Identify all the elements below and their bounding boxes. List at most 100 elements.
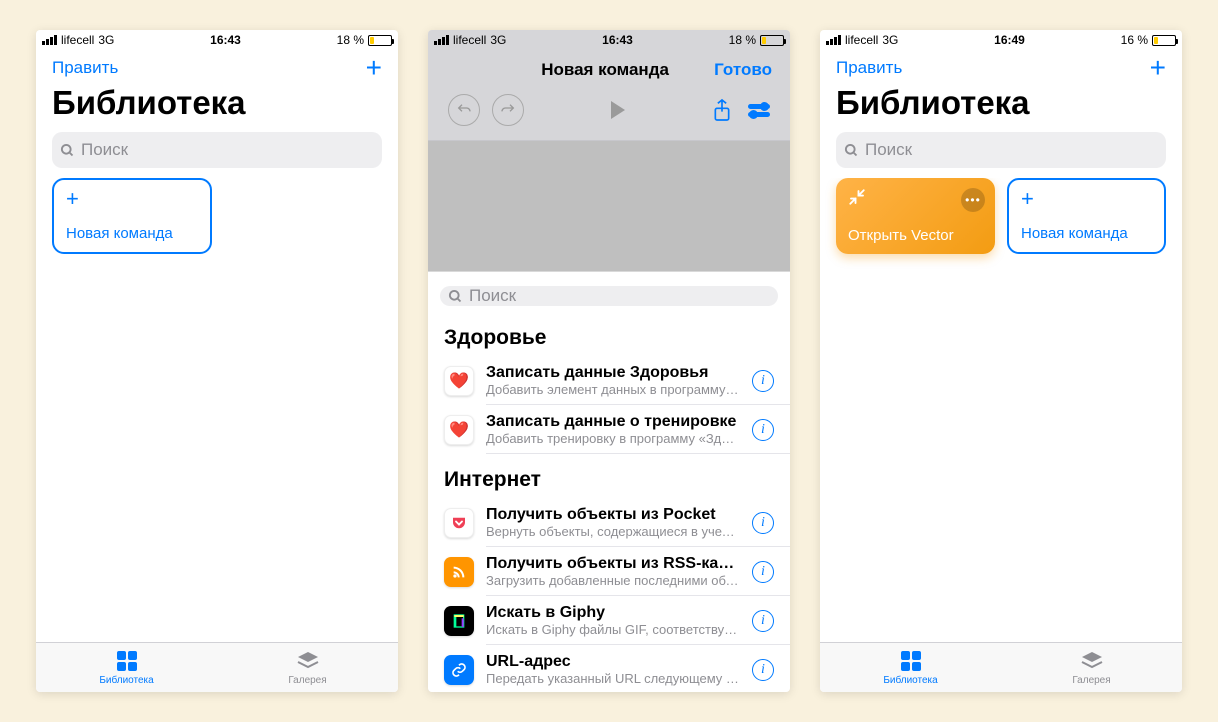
screen-new-shortcut: lifecell 3G 16:43 18 % Новая команда Гот… [428, 30, 790, 692]
info-button[interactable]: i [752, 370, 774, 392]
signal-icon [42, 35, 57, 45]
tab-library[interactable]: Библиотека [36, 643, 217, 692]
search-input[interactable]: Поиск [52, 132, 382, 168]
action-row[interactable]: ❤️ Записать данные Здоровья Добавить эле… [428, 356, 790, 405]
tab-library[interactable]: Библиотека [820, 643, 1001, 692]
action-row[interactable]: URL-адрес Передать указанный URL следующ… [428, 645, 790, 692]
screen-library-vector: lifecell 3G 16:49 16 % Править + Библиот… [820, 30, 1182, 692]
page-title: Библиотека [36, 82, 398, 128]
undo-button[interactable] [448, 94, 480, 126]
search-input[interactable]: Поиск [440, 286, 778, 306]
vector-shortcut-tile[interactable]: ••• Открыть Vector [836, 178, 995, 254]
info-button[interactable]: i [752, 659, 774, 681]
signal-icon [826, 35, 841, 45]
settings-button[interactable] [748, 104, 770, 117]
new-shortcut-tile[interactable]: + Новая команда [1007, 178, 1166, 254]
row-title: Записать данные о тренировке [486, 413, 740, 431]
toolbar [428, 86, 790, 140]
tab-gallery-label: Галерея [288, 675, 326, 686]
add-button[interactable]: + [366, 58, 382, 78]
new-shortcut-tile[interactable]: + Новая команда [52, 178, 212, 254]
screen-library-empty: lifecell 3G 16:43 18 % Править + Библиот… [36, 30, 398, 692]
share-button[interactable] [712, 98, 732, 122]
row-title: Получить объекты из RSS-канала [486, 555, 740, 573]
battery-pct: 18 % [729, 33, 756, 47]
info-button[interactable]: i [752, 610, 774, 632]
content-area: ••• Открыть Vector + Новая команда [820, 178, 1182, 642]
search-placeholder: Поиск [469, 286, 516, 306]
nav-bar: Править + [820, 50, 1182, 82]
layers-icon [1080, 649, 1104, 673]
rss-icon [444, 557, 474, 587]
row-sub: Искать в Giphy файлы GIF, соответствующи… [486, 622, 740, 637]
grid-icon [899, 649, 923, 673]
search-input[interactable]: Поиск [836, 132, 1166, 168]
giphy-icon [444, 606, 474, 636]
signal-icon [434, 35, 449, 45]
tab-library-label: Библиотека [883, 675, 937, 686]
tab-bar: Библиотека Галерея [36, 642, 398, 692]
new-shortcut-label: Новая команда [1021, 225, 1152, 242]
info-button[interactable]: i [752, 419, 774, 441]
row-sub: Вернуть объекты, содержащиеся в учетной … [486, 524, 740, 539]
search-icon [60, 143, 75, 158]
row-title: Искать в Giphy [486, 604, 740, 622]
row-title: URL-адрес [486, 653, 740, 671]
page-title: Библиотека [820, 82, 1182, 128]
carrier-label: lifecell [453, 33, 486, 47]
search-icon [844, 143, 859, 158]
network-label: 3G [98, 33, 114, 47]
redo-button[interactable] [492, 94, 524, 126]
search-placeholder: Поиск [865, 140, 912, 160]
vector-tile-label: Открыть Vector [848, 227, 983, 244]
row-sub: Добавить тренировку в программу «Здоровь… [486, 431, 740, 446]
action-row[interactable]: ❤️ Записать данные о тренировке Добавить… [428, 405, 790, 454]
status-time: 16:43 [602, 33, 633, 47]
tab-gallery-label: Галерея [1072, 675, 1110, 686]
content-area: + Новая команда [36, 178, 398, 642]
heart-icon: ❤️ [444, 366, 474, 396]
status-time: 16:49 [994, 33, 1025, 47]
edit-button[interactable]: Править [836, 58, 902, 78]
more-button[interactable]: ••• [961, 188, 985, 212]
section-header-internet: Интернет [428, 454, 790, 498]
battery-pct: 18 % [337, 33, 364, 47]
network-label: 3G [490, 33, 506, 47]
status-bar: lifecell 3G 16:43 18 % [428, 30, 790, 50]
tab-gallery[interactable]: Галерея [1001, 643, 1182, 692]
carrier-label: lifecell [61, 33, 94, 47]
plus-icon: + [66, 190, 198, 208]
network-label: 3G [882, 33, 898, 47]
action-row[interactable]: Искать в Giphy Искать в Giphy файлы GIF,… [428, 596, 790, 645]
plus-icon: + [1021, 190, 1152, 208]
search-icon [448, 289, 463, 304]
heart-icon: ❤️ [444, 415, 474, 445]
edit-button[interactable]: Править [52, 58, 118, 78]
new-shortcut-label: Новая команда [66, 225, 198, 242]
action-row[interactable]: Получить объекты из RSS-канала Загрузить… [428, 547, 790, 596]
action-row[interactable]: Получить объекты из Pocket Вернуть объек… [428, 498, 790, 547]
info-button[interactable]: i [752, 561, 774, 583]
play-button[interactable] [611, 101, 625, 119]
tab-gallery[interactable]: Галерея [217, 643, 398, 692]
info-button[interactable]: i [752, 512, 774, 534]
modal-nav: Новая команда Готово [428, 50, 790, 86]
battery-icon [368, 35, 392, 46]
status-time: 16:43 [210, 33, 241, 47]
canvas-area[interactable] [428, 141, 790, 271]
battery-icon [760, 35, 784, 46]
nav-bar: Править + [36, 50, 398, 82]
battery-pct: 16 % [1121, 33, 1148, 47]
collapse-icon [848, 188, 866, 206]
tab-bar: Библиотека Галерея [820, 642, 1182, 692]
row-sub: Передать указанный URL следующему дейст… [486, 671, 740, 686]
row-title: Получить объекты из Pocket [486, 506, 740, 524]
grid-icon [115, 649, 139, 673]
battery-icon [1152, 35, 1176, 46]
row-sub: Загрузить добавленные последними объекты… [486, 573, 740, 588]
search-placeholder: Поиск [81, 140, 128, 160]
status-bar: lifecell 3G 16:43 18 % [36, 30, 398, 50]
row-title: Записать данные Здоровья [486, 364, 740, 382]
add-button[interactable]: + [1150, 58, 1166, 78]
done-button[interactable]: Готово [714, 60, 772, 80]
